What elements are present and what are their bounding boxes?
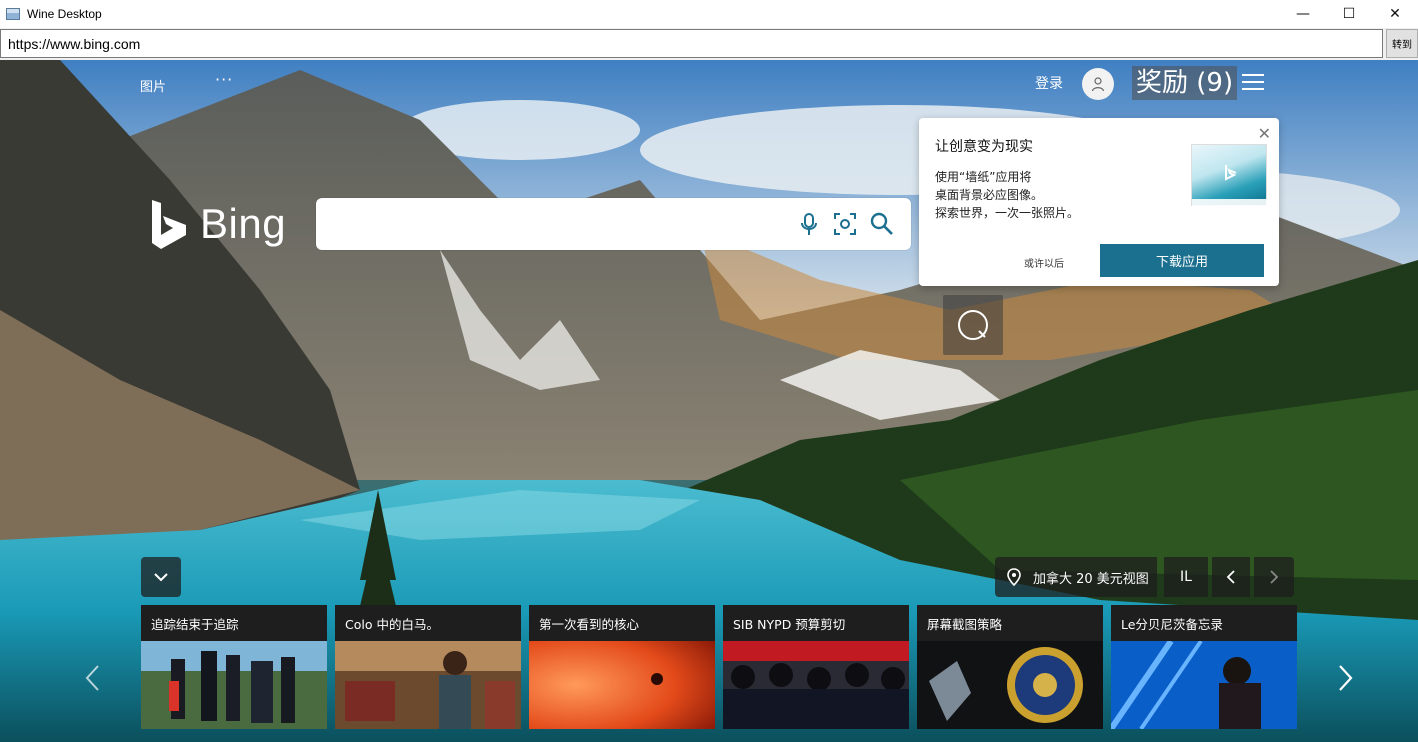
- close-button[interactable]: ✕: [1372, 0, 1418, 28]
- maybe-later-link[interactable]: 或许以后: [1024, 255, 1064, 270]
- chevron-left-icon: [1226, 570, 1235, 584]
- wallpaper-app-promo: ✕ 让创意变为现实 使用“墙纸”应用将 桌面背景必应图像。 探索世界，一次一张照…: [919, 118, 1279, 286]
- promo-title: 让创意变为现实: [935, 139, 1033, 155]
- hamburger-menu-icon[interactable]: [1242, 74, 1264, 92]
- rewards-button[interactable]: 奖励 (9): [1132, 66, 1238, 100]
- image-location-info[interactable]: 加拿大 20 美元视图: [995, 557, 1157, 597]
- chevron-down-icon: [154, 573, 168, 582]
- bing-homepage: 图片 ··· 登录 奖励 (9) Bing ✕ 让创意变为现实 使用“墙纸”应用…: [0, 60, 1418, 742]
- news-card[interactable]: 屏幕截图策略: [917, 605, 1103, 729]
- news-card-image: [1111, 641, 1297, 729]
- nav-images-link[interactable]: 图片: [140, 76, 166, 95]
- wine-app-icon: [6, 8, 20, 20]
- promo-body-line: 探索世界，一次一张照片。: [935, 206, 1080, 220]
- promo-body-line: 桌面背景必应图像。: [935, 188, 1044, 202]
- address-bar: 转到: [0, 28, 1418, 60]
- news-card-title: Le分贝尼茨备忘录: [1121, 617, 1223, 632]
- signin-link[interactable]: 登录: [1035, 73, 1063, 93]
- news-card[interactable]: SIB NYPD 预算剪切: [723, 605, 909, 729]
- nav-more-menu[interactable]: ···: [215, 70, 233, 89]
- news-card-title: SIB NYPD 预算剪切: [733, 617, 846, 632]
- location-pin-icon: [1007, 568, 1021, 586]
- title-bar: Wine Desktop — ☐ ✕: [0, 0, 1418, 28]
- news-card-title: 第一次看到的核心: [539, 617, 640, 632]
- news-card[interactable]: Colo 中的白马。: [335, 605, 521, 729]
- news-card-title: Colo 中的白马。: [345, 617, 439, 632]
- carousel-prev-icon[interactable]: [82, 663, 102, 693]
- news-card-image: [917, 641, 1103, 729]
- user-icon: [1091, 77, 1105, 92]
- promo-close-icon[interactable]: ✕: [1258, 124, 1271, 143]
- window-title: Wine Desktop: [27, 7, 102, 21]
- visual-search-button[interactable]: [943, 295, 1003, 355]
- location-label: 加拿大 20 美元视图: [1033, 571, 1149, 587]
- news-card-title: 追踪结束于追踪: [151, 617, 239, 632]
- collapse-feed-button[interactable]: [141, 557, 181, 597]
- news-card-image: [529, 641, 715, 729]
- chevron-right-icon: [1270, 570, 1279, 584]
- region-button[interactable]: IL: [1164, 557, 1208, 597]
- news-card[interactable]: 第一次看到的核心: [529, 605, 715, 729]
- next-image-button[interactable]: [1254, 557, 1294, 597]
- news-card-title: 屏幕截图策略: [927, 617, 1003, 632]
- bing-logo[interactable]: Bing: [150, 198, 286, 250]
- news-card-image: [335, 641, 521, 729]
- promo-body-line: 使用“墙纸”应用将: [935, 170, 1032, 184]
- magnifier-icon: [958, 310, 988, 340]
- url-input[interactable]: [0, 29, 1383, 58]
- search-icon[interactable]: [869, 211, 895, 237]
- minimize-button[interactable]: —: [1280, 0, 1326, 28]
- previous-image-button[interactable]: [1212, 557, 1250, 597]
- avatar[interactable]: [1082, 68, 1114, 100]
- download-app-button[interactable]: 下载应用: [1100, 244, 1264, 277]
- bing-logo-text: Bing: [200, 200, 287, 247]
- microphone-icon[interactable]: [796, 211, 822, 237]
- maximize-button[interactable]: ☐: [1326, 0, 1372, 28]
- visual-search-icon[interactable]: [832, 211, 858, 237]
- news-card-image: [141, 641, 327, 729]
- carousel-next-icon[interactable]: [1336, 663, 1356, 693]
- news-card[interactable]: Le分贝尼茨备忘录: [1111, 605, 1297, 729]
- wallpaper-app-thumbnail: [1191, 144, 1268, 207]
- search-box[interactable]: [316, 198, 911, 250]
- search-input[interactable]: [328, 208, 788, 240]
- bing-b-icon: [152, 200, 186, 249]
- news-card-image: [723, 641, 909, 729]
- news-card[interactable]: 追踪结束于追踪: [141, 605, 327, 729]
- promo-body: 使用“墙纸”应用将 桌面背景必应图像。 探索世界，一次一张照片。: [935, 168, 1135, 222]
- go-button[interactable]: 转到: [1386, 29, 1418, 58]
